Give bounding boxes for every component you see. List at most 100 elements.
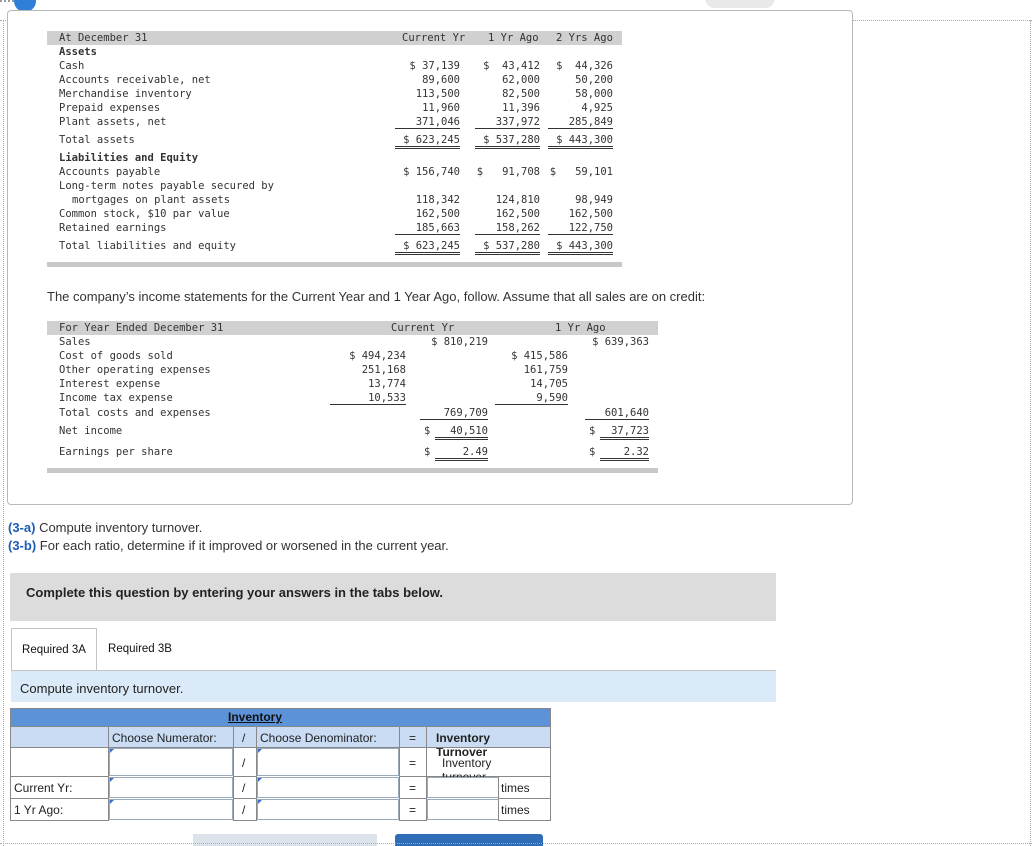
net-income-current: 40,510: [435, 425, 488, 440]
common-stock-label: Common stock, $10 par value: [59, 208, 230, 220]
asset-row-2-2yr: 58,000: [575, 88, 613, 100]
bs-header-label: At December 31: [59, 32, 148, 44]
asset-row-0-1yr: $ 43,412: [483, 60, 540, 72]
lt-notes-2yr: 98,949: [575, 194, 613, 206]
total-liabilities-equity-current: $ 623,245: [395, 240, 460, 255]
common-stock-current: 162,500: [415, 208, 460, 220]
total-assets-current: $ 623,245: [395, 134, 460, 149]
lt-notes-line1: Long-term notes payable secured by: [59, 180, 274, 192]
asset-row-2-current: 113,500: [415, 88, 460, 100]
next-button[interactable]: [395, 834, 543, 846]
result-sub-label: Inventory turnover: [426, 747, 551, 784]
eps-current: 2.49: [435, 446, 488, 461]
right-border: [1030, 20, 1031, 846]
equals-cell: =: [399, 747, 427, 777]
denominator-select-current[interactable]: [257, 777, 399, 798]
top-dotted-marker: [0, 0, 14, 6]
question-3b: (3-b) For each ratio, determine if it im…: [8, 538, 449, 553]
eps-1yr-sym: $: [589, 446, 596, 458]
asset-row-4-2yr: 285,849: [548, 116, 613, 129]
expense-row-0-label: Cost of goods sold: [59, 350, 173, 362]
retained-earnings-label: Retained earnings: [59, 222, 167, 234]
tab-required-3b[interactable]: Required 3B: [98, 628, 182, 670]
total-liabilities-equity-2yr: $ 443,300: [548, 240, 613, 255]
total-costs-label: Total costs and expenses: [59, 407, 211, 419]
result-input-prior[interactable]: [427, 799, 499, 820]
tab-required-3a[interactable]: Required 3A: [11, 628, 97, 671]
numerator-select-current[interactable]: [109, 777, 233, 798]
slash-cell-current: /: [233, 776, 257, 799]
accounts-payable-current: $ 156,740: [403, 166, 460, 178]
asset-row-1-1yr: 62,000: [502, 74, 540, 86]
unit-prior: times: [498, 798, 551, 821]
total-assets-2yr: $ 443,300: [548, 134, 613, 149]
slash-cell: /: [233, 747, 257, 777]
complete-question-text: Complete this question by entering your …: [26, 585, 444, 600]
total-assets-1yr: $ 537,280: [475, 134, 540, 149]
question-3a: (3-a) Compute inventory turnover.: [8, 520, 202, 535]
bottom-border: [0, 843, 1032, 844]
expense-row-2-1yr: 14,705: [530, 378, 568, 390]
is-header-label: For Year Ended December 31: [59, 322, 224, 334]
numerator-select-prior[interactable]: [109, 799, 233, 820]
asset-row-2-1yr: 82,500: [502, 88, 540, 100]
numerator-select-main[interactable]: [109, 748, 233, 776]
row-label-prior: 1 Yr Ago:: [10, 798, 109, 821]
is-header-current: Current Yr: [391, 322, 455, 334]
expense-row-1-current: 251,168: [361, 364, 406, 376]
row-label-blank: [10, 747, 109, 777]
equals-cell-prior: =: [399, 798, 427, 821]
assets-heading: Assets: [59, 46, 97, 58]
asset-row-0-label: Cash: [59, 60, 85, 72]
denominator-select-prior[interactable]: [257, 799, 399, 820]
retained-earnings-2yr: 122,750: [548, 222, 613, 235]
previous-button[interactable]: [193, 834, 377, 846]
result-header: Inventory Turnover: [426, 726, 551, 759]
top-button[interactable]: [705, 0, 775, 8]
result-input-current[interactable]: [427, 777, 499, 798]
eps-current-sym: $: [424, 446, 431, 458]
asset-row-0-current: $ 37,139: [409, 60, 460, 72]
sales-label: Sales: [59, 336, 91, 348]
common-stock-2yr: 162,500: [568, 208, 613, 220]
expense-row-3-label: Income tax expense: [59, 392, 173, 404]
net-income-label: Net income: [59, 425, 123, 437]
bs-header-current: Current Yr: [402, 32, 466, 44]
asset-row-3-1yr: 11,396: [502, 102, 540, 114]
header-blank-cell: [10, 726, 109, 748]
bs-header-2yr: 2 Yrs Ago: [556, 32, 613, 44]
unit-current: times: [498, 776, 551, 799]
asset-row-3-current: 11,960: [422, 102, 460, 114]
income-intro-text: The company’s income statements for the …: [47, 289, 706, 304]
asset-row-4-1yr: 337,972: [475, 116, 540, 129]
row-label-current: Current Yr:: [10, 776, 109, 799]
expense-row-1-1yr: 161,759: [523, 364, 568, 376]
net-income-current-sym: $: [424, 425, 431, 437]
asset-row-2-label: Merchandise inventory: [59, 88, 192, 100]
lt-notes-label: mortgages on plant assets: [72, 194, 231, 206]
equals-cell-current: =: [399, 776, 427, 799]
denominator-select-main[interactable]: [257, 748, 399, 776]
total-liabilities-equity-1yr: $ 537,280: [475, 240, 540, 255]
slash-header: /: [233, 726, 257, 748]
numerator-header: Choose Numerator:: [108, 726, 234, 748]
total-costs-current: 769,709: [420, 407, 488, 420]
expense-row-1-label: Other operating expenses: [59, 364, 211, 376]
expense-row-0-current: $ 494,234: [349, 350, 406, 362]
bs-header-1yr: 1 Yr Ago: [488, 32, 539, 44]
instruction-text: Compute inventory turnover.: [20, 681, 184, 696]
asset-row-1-current: 89,600: [422, 74, 460, 86]
asset-row-1-label: Accounts receivable, net: [59, 74, 211, 86]
asset-row-3-2yr: 4,925: [581, 102, 613, 114]
left-border: [3, 20, 4, 846]
total-costs-1yr: 601,640: [585, 407, 649, 420]
question-3b-label: (3-b): [8, 538, 37, 553]
balance-sheet-bottom-bar: [47, 262, 622, 267]
total-liabilities-equity-label: Total liabilities and equity: [59, 240, 237, 252]
retained-earnings-current: 185,663: [395, 222, 460, 235]
common-stock-1yr: 162,500: [495, 208, 540, 220]
total-assets-label: Total assets: [59, 134, 135, 146]
expense-row-2-label: Interest expense: [59, 378, 161, 390]
slash-cell-prior: /: [233, 798, 257, 821]
question-3a-label: (3-a): [8, 520, 36, 535]
